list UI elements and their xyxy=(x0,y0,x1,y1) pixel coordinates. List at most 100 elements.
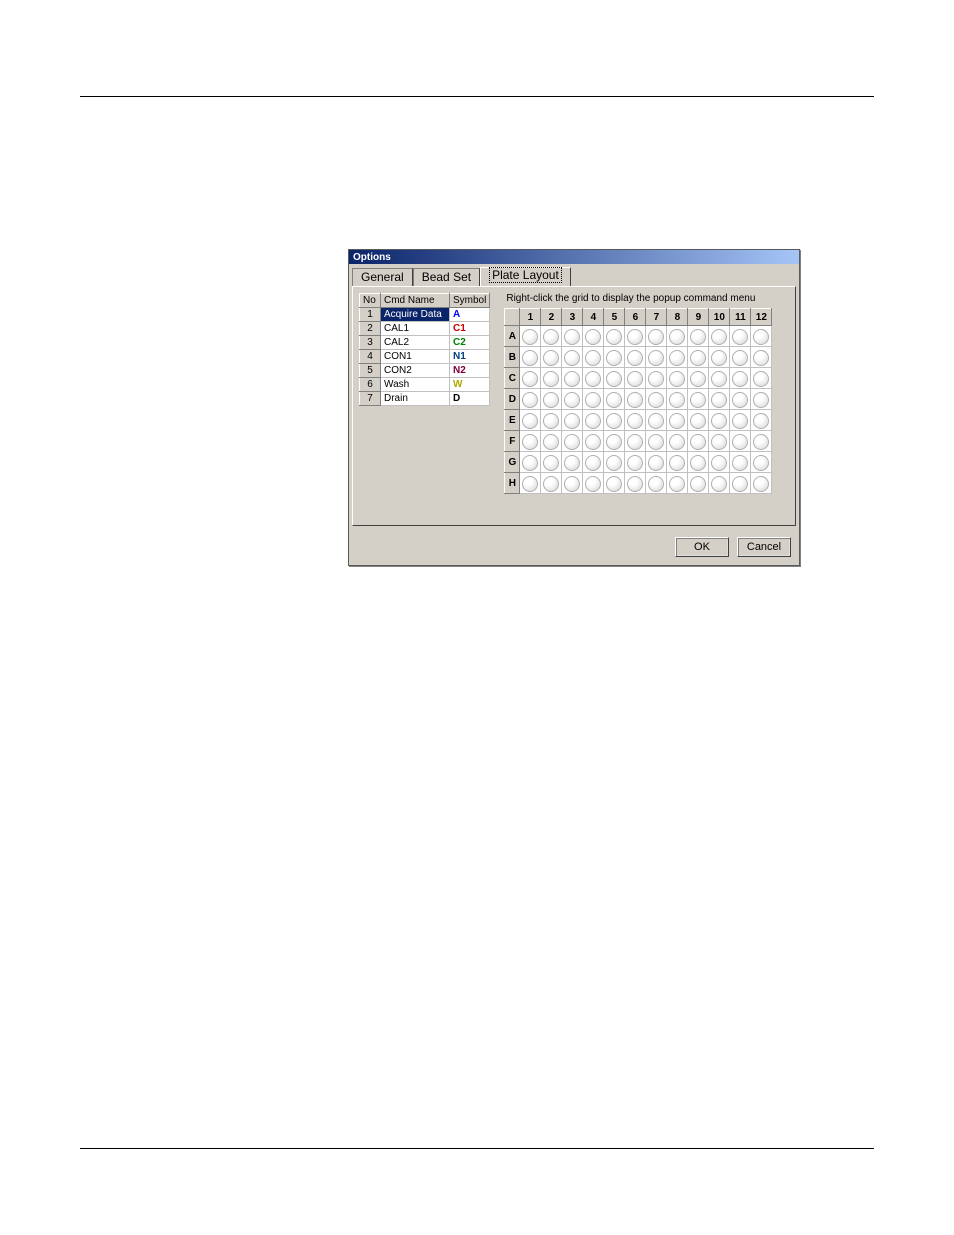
plate-well[interactable] xyxy=(667,431,688,452)
tab-plate-layout[interactable]: Plate Layout xyxy=(480,267,571,286)
plate-well[interactable] xyxy=(541,473,562,494)
plate-well[interactable] xyxy=(667,410,688,431)
plate-well[interactable] xyxy=(688,368,709,389)
plate-row-header[interactable]: H xyxy=(505,473,520,494)
plate-well[interactable] xyxy=(583,473,604,494)
plate-well[interactable] xyxy=(583,452,604,473)
plate-well[interactable] xyxy=(688,431,709,452)
plate-well[interactable] xyxy=(604,347,625,368)
plate-well[interactable] xyxy=(667,452,688,473)
command-table-header-symbol[interactable]: Symbol xyxy=(450,294,490,308)
plate-well[interactable] xyxy=(562,389,583,410)
plate-well[interactable] xyxy=(688,410,709,431)
plate-well[interactable] xyxy=(646,410,667,431)
plate-well[interactable] xyxy=(667,389,688,410)
plate-well[interactable] xyxy=(667,326,688,347)
tab-general[interactable]: General xyxy=(352,268,413,286)
plate-well[interactable] xyxy=(541,389,562,410)
command-table-row[interactable]: 6WashW xyxy=(360,378,490,392)
plate-well[interactable] xyxy=(604,389,625,410)
plate-well[interactable] xyxy=(751,473,772,494)
plate-well[interactable] xyxy=(541,347,562,368)
plate-column-header[interactable]: 10 xyxy=(709,309,730,326)
plate-well[interactable] xyxy=(751,452,772,473)
plate-well[interactable] xyxy=(562,473,583,494)
plate-column-header[interactable]: 1 xyxy=(520,309,541,326)
plate-well[interactable] xyxy=(625,347,646,368)
plate-well[interactable] xyxy=(562,431,583,452)
plate-well[interactable] xyxy=(646,389,667,410)
plate-well[interactable] xyxy=(604,368,625,389)
plate-well[interactable] xyxy=(709,473,730,494)
command-table-row[interactable]: 3CAL2C2 xyxy=(360,336,490,350)
command-table[interactable]: No Cmd Name Symbol 1Acquire DataA2CAL1C1… xyxy=(359,293,490,406)
plate-column-header[interactable]: 12 xyxy=(751,309,772,326)
plate-well[interactable] xyxy=(709,326,730,347)
plate-well[interactable] xyxy=(709,452,730,473)
plate-well[interactable] xyxy=(709,431,730,452)
plate-column-header[interactable]: 9 xyxy=(688,309,709,326)
plate-well[interactable] xyxy=(730,452,751,473)
command-table-header-no[interactable]: No xyxy=(360,294,381,308)
plate-well[interactable] xyxy=(583,410,604,431)
plate-well[interactable] xyxy=(730,473,751,494)
plate-column-header[interactable]: 4 xyxy=(583,309,604,326)
plate-well[interactable] xyxy=(751,410,772,431)
plate-grid[interactable]: 123456789101112 ABCDEFGH xyxy=(504,308,772,494)
plate-well[interactable] xyxy=(583,368,604,389)
plate-well[interactable] xyxy=(541,431,562,452)
plate-column-header[interactable]: 6 xyxy=(625,309,646,326)
plate-well[interactable] xyxy=(583,326,604,347)
plate-well[interactable] xyxy=(541,368,562,389)
plate-well[interactable] xyxy=(562,452,583,473)
dialog-titlebar[interactable]: Options xyxy=(349,250,799,264)
plate-column-header[interactable]: 11 xyxy=(730,309,751,326)
plate-well[interactable] xyxy=(751,431,772,452)
plate-well[interactable] xyxy=(667,473,688,494)
plate-well[interactable] xyxy=(730,347,751,368)
plate-well[interactable] xyxy=(709,368,730,389)
plate-column-header[interactable]: 7 xyxy=(646,309,667,326)
plate-well[interactable] xyxy=(751,347,772,368)
plate-well[interactable] xyxy=(625,326,646,347)
plate-well[interactable] xyxy=(646,368,667,389)
plate-well[interactable] xyxy=(709,389,730,410)
plate-well[interactable] xyxy=(730,431,751,452)
plate-well[interactable] xyxy=(604,410,625,431)
plate-row-header[interactable]: D xyxy=(505,389,520,410)
command-table-row[interactable]: 7DrainD xyxy=(360,392,490,406)
plate-well[interactable] xyxy=(730,326,751,347)
plate-well[interactable] xyxy=(520,326,541,347)
plate-well[interactable] xyxy=(583,389,604,410)
plate-well[interactable] xyxy=(751,389,772,410)
plate-well[interactable] xyxy=(730,389,751,410)
plate-well[interactable] xyxy=(520,452,541,473)
plate-well[interactable] xyxy=(520,410,541,431)
plate-well[interactable] xyxy=(730,410,751,431)
command-table-row[interactable]: 1Acquire DataA xyxy=(360,308,490,322)
plate-well[interactable] xyxy=(709,347,730,368)
plate-well[interactable] xyxy=(751,326,772,347)
plate-well[interactable] xyxy=(520,473,541,494)
plate-well[interactable] xyxy=(541,410,562,431)
plate-well[interactable] xyxy=(667,368,688,389)
plate-well[interactable] xyxy=(562,347,583,368)
plate-well[interactable] xyxy=(751,368,772,389)
plate-well[interactable] xyxy=(562,368,583,389)
plate-well[interactable] xyxy=(625,473,646,494)
plate-well[interactable] xyxy=(604,473,625,494)
plate-well[interactable] xyxy=(583,347,604,368)
plate-row-header[interactable]: B xyxy=(505,347,520,368)
plate-well[interactable] xyxy=(604,431,625,452)
plate-column-header[interactable]: 3 xyxy=(562,309,583,326)
plate-well[interactable] xyxy=(625,431,646,452)
plate-row-header[interactable]: A xyxy=(505,326,520,347)
plate-row-header[interactable]: F xyxy=(505,431,520,452)
plate-well[interactable] xyxy=(688,473,709,494)
plate-well[interactable] xyxy=(646,473,667,494)
plate-well[interactable] xyxy=(646,431,667,452)
cancel-button[interactable]: Cancel xyxy=(737,537,791,557)
plate-well[interactable] xyxy=(646,347,667,368)
plate-well[interactable] xyxy=(646,326,667,347)
command-table-row[interactable]: 5CON2N2 xyxy=(360,364,490,378)
